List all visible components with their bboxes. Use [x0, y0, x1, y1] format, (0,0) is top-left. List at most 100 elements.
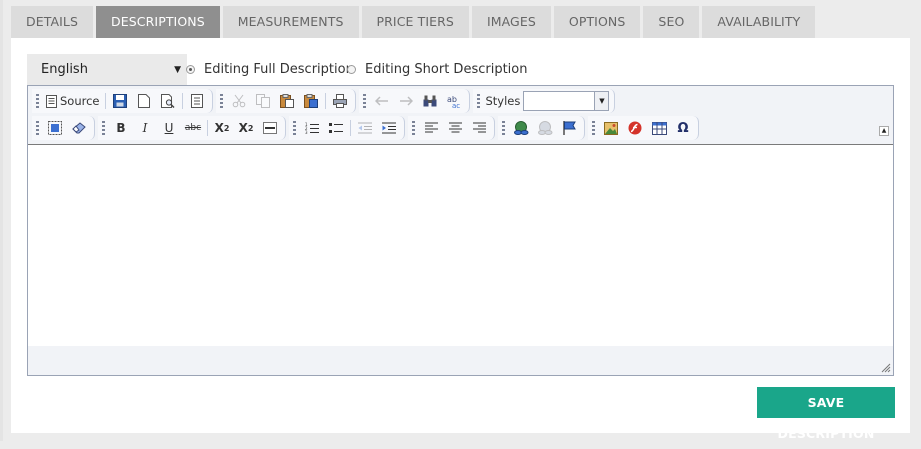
save-description-button[interactable]: SAVE DESCRIPTION: [757, 387, 895, 441]
toolbar-group-document: Source: [32, 89, 213, 113]
undo-icon: [374, 96, 388, 106]
toolbar-group-editing: ab ac: [358, 89, 470, 113]
align-right-button[interactable]: [468, 118, 490, 138]
short-description-radio[interactable]: [347, 64, 356, 74]
toolbar-grip-icon: [476, 94, 480, 108]
print-button[interactable]: [329, 91, 351, 111]
unlink-button[interactable]: [534, 118, 556, 138]
link-globe-icon: [513, 121, 528, 135]
resize-grip-icon[interactable]: [881, 363, 891, 373]
bulleted-list-icon: [329, 123, 343, 133]
horizontal-rule-button[interactable]: [259, 118, 281, 138]
numbered-list-button[interactable]: 123: [301, 118, 323, 138]
select-all-icon: [48, 121, 62, 135]
bold-button[interactable]: B: [110, 118, 132, 138]
flag-icon: [562, 121, 576, 135]
templates-button[interactable]: [186, 91, 208, 111]
scissors-icon: [232, 94, 245, 108]
indent-button[interactable]: [378, 118, 400, 138]
select-all-button[interactable]: [44, 118, 66, 138]
styles-dropdown[interactable]: ▼: [523, 91, 610, 111]
tab-availability[interactable]: AVAILABILITY: [702, 6, 816, 38]
align-right-icon: [472, 122, 486, 133]
tab-options[interactable]: OPTIONS: [553, 6, 641, 38]
paste-text-button[interactable]: [300, 91, 322, 111]
page-edge: [0, 0, 3, 441]
align-left-icon: [424, 122, 438, 133]
tab-price-tiers[interactable]: PRICE TIERS: [361, 6, 469, 38]
tab-details[interactable]: DETAILS: [11, 6, 94, 38]
toolbar-group-basic-styles: B I U abc X2 X2: [98, 116, 286, 140]
anchor-button[interactable]: [558, 118, 580, 138]
bulleted-list-button[interactable]: [325, 118, 347, 138]
image-button[interactable]: [600, 118, 622, 138]
italic-button[interactable]: I: [134, 118, 156, 138]
styles-dropdown-arrow-icon[interactable]: ▼: [594, 92, 609, 110]
replace-icon: abac: [447, 95, 460, 108]
link-button[interactable]: [510, 118, 532, 138]
dropdown-caret-icon: ▼: [174, 65, 181, 75]
toolbar-grip-icon: [36, 94, 39, 108]
short-description-option[interactable]: Editing Short Description: [347, 60, 527, 78]
rich-text-editor: Source ab ac Styles ▼ B I U abc X 2 X 2 …: [27, 85, 894, 376]
flash-icon: [628, 121, 642, 135]
flash-button[interactable]: [624, 118, 646, 138]
toolbar-grip-icon: [412, 121, 415, 135]
paste-button[interactable]: [276, 91, 298, 111]
editor-status-bar: [28, 346, 893, 375]
replace-button[interactable]: ab ac: [443, 91, 465, 111]
paste-icon: [279, 94, 294, 108]
copy-button[interactable]: [252, 91, 274, 111]
remove-format-button[interactable]: [68, 118, 90, 138]
tab-measurements[interactable]: MEASUREMENTS: [222, 6, 359, 38]
tab-seo[interactable]: SEO: [643, 6, 700, 38]
full-description-option[interactable]: Editing Full Description: [186, 60, 354, 78]
preview-icon: [160, 94, 175, 108]
toolbar-separator: [324, 93, 326, 109]
language-select[interactable]: English ▼: [27, 54, 187, 86]
horizontal-rule-icon: [263, 122, 277, 134]
toolbar-grip-icon: [219, 94, 223, 108]
source-button[interactable]: Source: [44, 91, 102, 111]
tab-images[interactable]: IMAGES: [471, 6, 551, 38]
undo-button[interactable]: [371, 91, 393, 111]
full-description-radio[interactable]: [186, 64, 195, 74]
find-button[interactable]: [419, 91, 441, 111]
align-left-button[interactable]: [420, 118, 442, 138]
source-label: Source: [60, 94, 100, 108]
align-center-button[interactable]: [444, 118, 466, 138]
toolbar-group-lists: 123: [289, 116, 405, 140]
cut-button[interactable]: [228, 91, 250, 111]
outdent-button[interactable]: [354, 118, 376, 138]
collapse-toolbar-icon[interactable]: ▲: [879, 126, 889, 136]
preview-button[interactable]: [157, 91, 179, 111]
redo-button[interactable]: [395, 91, 417, 111]
short-description-label: Editing Short Description: [365, 61, 528, 77]
toolbar-grip-icon: [293, 121, 296, 135]
tab-descriptions[interactable]: DESCRIPTIONS: [96, 6, 220, 38]
new-page-button[interactable]: [133, 91, 155, 111]
toolbar-group-links: [498, 116, 585, 140]
table-icon: [651, 121, 667, 135]
toolbar-grip-icon: [592, 121, 595, 135]
superscript-button[interactable]: X2: [235, 118, 257, 138]
toolbar-group-select: [32, 116, 95, 140]
source-icon: [46, 94, 57, 108]
subscript-button[interactable]: X2: [211, 118, 233, 138]
toolbar-separator: [350, 120, 351, 136]
toolbar-separator: [104, 93, 106, 109]
table-button[interactable]: [648, 118, 670, 138]
eraser-icon: [71, 122, 86, 134]
strikethrough-button[interactable]: abc: [182, 118, 204, 138]
toolbar-group-clipboard: [215, 89, 356, 113]
toolbar-group-styles: Styles ▼: [472, 89, 616, 113]
editor-content-area[interactable]: [28, 144, 893, 347]
special-char-button[interactable]: Ω: [672, 118, 694, 138]
binoculars-icon: [423, 95, 436, 107]
paste-text-icon: [303, 94, 318, 108]
save-doc-button[interactable]: [109, 91, 131, 111]
print-icon: [332, 94, 347, 108]
image-icon: [604, 121, 618, 135]
new-page-icon: [137, 94, 150, 108]
underline-button[interactable]: U: [158, 118, 180, 138]
